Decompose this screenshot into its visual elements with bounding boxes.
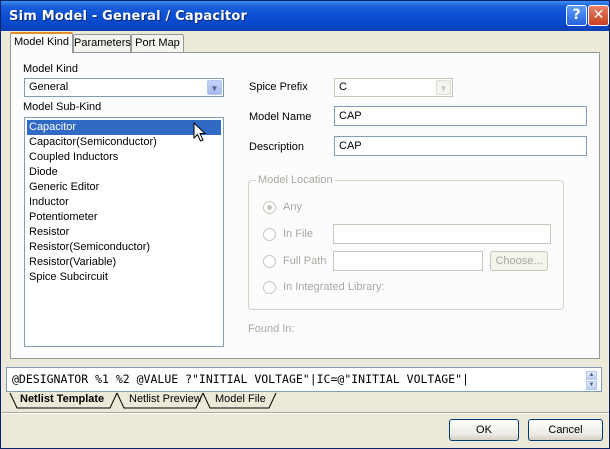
close-button[interactable]: ✕ bbox=[588, 5, 609, 26]
spice-prefix-label: Spice Prefix bbox=[249, 81, 308, 93]
ok-button[interactable]: OK bbox=[449, 419, 519, 441]
model-name-input[interactable]: CAP bbox=[334, 106, 587, 126]
help-button[interactable]: ? bbox=[566, 5, 587, 26]
spice-prefix-value: C bbox=[339, 81, 347, 93]
bottom-tab-strip: Netlist Template Netlist Preview Model F… bbox=[6, 392, 326, 410]
question-mark-icon: ? bbox=[572, 7, 581, 23]
tab-port-map[interactable]: Port Map bbox=[131, 34, 184, 52]
separator bbox=[1, 412, 609, 414]
model-location-title: Model Location bbox=[256, 174, 335, 186]
tab-model-file[interactable]: Model File bbox=[215, 392, 266, 408]
list-item[interactable]: Resistor(Semiconductor) bbox=[27, 240, 221, 255]
list-item[interactable]: Diode bbox=[27, 165, 221, 180]
any-radio[interactable] bbox=[263, 201, 276, 214]
in-file-label: In File bbox=[283, 228, 313, 240]
description-input[interactable]: CAP bbox=[334, 136, 587, 156]
list-item[interactable]: Potentiometer bbox=[27, 210, 221, 225]
sim-model-dialog: Sim Model - General / Capacitor ? ✕ Mode… bbox=[0, 0, 610, 449]
any-label: Any bbox=[283, 201, 302, 213]
mouse-cursor-icon bbox=[193, 122, 207, 142]
choose-button[interactable]: Choose... bbox=[490, 251, 548, 271]
list-item[interactable]: Coupled Inductors bbox=[27, 150, 221, 165]
scroll-down-icon[interactable]: ▼ bbox=[586, 381, 597, 390]
model-kind-value: General bbox=[29, 81, 69, 93]
tab-parameters[interactable]: Parameters bbox=[73, 34, 131, 52]
model-kind-label: Model Kind bbox=[23, 63, 79, 75]
title-bar[interactable]: Sim Model - General / Capacitor ? ✕ bbox=[1, 1, 609, 31]
list-item[interactable]: Resistor(Variable) bbox=[27, 255, 221, 270]
model-kind-panel: Model Kind General ▼ Model Sub-Kind Capa… bbox=[10, 52, 600, 359]
model-sub-kind-label: Model Sub-Kind bbox=[23, 101, 102, 113]
model-sub-kind-list[interactable]: Capacitor Capacitor(Semiconductor) Coupl… bbox=[24, 117, 224, 347]
found-in-label: Found In: bbox=[248, 323, 295, 335]
cancel-button[interactable]: Cancel bbox=[528, 419, 603, 441]
integrated-library-label: In Integrated Library: bbox=[283, 281, 385, 293]
scroll-up-icon[interactable]: ▲ bbox=[586, 371, 597, 380]
full-path-radio[interactable] bbox=[263, 255, 276, 268]
list-item[interactable]: Capacitor bbox=[27, 120, 221, 135]
list-item[interactable]: Generic Editor bbox=[27, 180, 221, 195]
list-item[interactable]: Inductor bbox=[27, 195, 221, 210]
full-path-input[interactable] bbox=[333, 251, 483, 271]
list-item[interactable]: Resistor bbox=[27, 225, 221, 240]
in-file-input[interactable] bbox=[333, 224, 551, 244]
integrated-library-radio[interactable] bbox=[263, 281, 276, 294]
in-file-radio[interactable] bbox=[263, 228, 276, 241]
list-item[interactable]: Spice Subcircuit bbox=[27, 270, 221, 285]
chevron-down-icon[interactable]: ▼ bbox=[207, 80, 222, 95]
close-icon: ✕ bbox=[592, 7, 605, 23]
full-path-label: Full Path bbox=[283, 255, 327, 267]
window-title: Sim Model - General / Capacitor bbox=[9, 9, 248, 24]
tab-model-kind[interactable]: Model Kind bbox=[10, 32, 73, 53]
list-item[interactable]: Capacitor(Semiconductor) bbox=[27, 135, 221, 150]
spice-prefix-select[interactable]: C ▼ bbox=[334, 78, 453, 97]
tab-netlist-preview[interactable]: Netlist Preview bbox=[129, 392, 202, 408]
netlist-template-text: @DESIGNATOR %1 %2 @VALUE ?"INITIAL VOLTA… bbox=[12, 372, 469, 386]
radio-dot-icon bbox=[267, 205, 272, 210]
tab-netlist-template[interactable]: Netlist Template bbox=[20, 392, 104, 408]
model-kind-select[interactable]: General ▼ bbox=[24, 78, 224, 97]
description-label: Description bbox=[249, 141, 305, 153]
chevron-down-icon[interactable]: ▼ bbox=[436, 80, 451, 95]
netlist-template-editor[interactable]: @DESIGNATOR %1 %2 @VALUE ?"INITIAL VOLTA… bbox=[6, 367, 602, 392]
model-name-label: Model Name bbox=[249, 111, 312, 123]
